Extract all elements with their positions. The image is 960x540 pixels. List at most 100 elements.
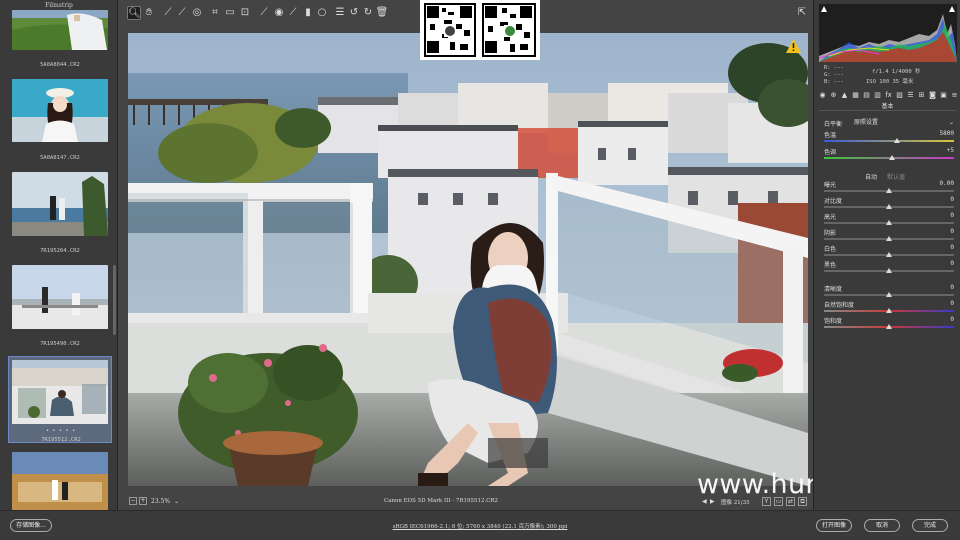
tab-detail[interactable]: ▲ (840, 91, 849, 100)
thumbnail-image (12, 172, 108, 236)
slider-value[interactable]: 0 (950, 212, 954, 219)
tab-basic[interactable]: ◉ (818, 91, 827, 100)
slider-exposure[interactable]: 曝光 0.00 (824, 180, 954, 196)
g-readout: G: --- (824, 72, 844, 78)
qr-code-overlay (420, 0, 540, 60)
slider-track[interactable] (824, 140, 954, 142)
tab-effects[interactable]: fx (884, 91, 893, 100)
preferences-icon[interactable]: ☰ (333, 6, 347, 20)
tab-camera[interactable]: ◙ (928, 91, 937, 100)
straighten-icon[interactable]: ▭ (223, 6, 237, 20)
slider-value[interactable]: 0 (950, 284, 954, 291)
slider-value[interactable]: 5800 (940, 130, 954, 137)
preview-image[interactable] (128, 33, 808, 486)
filmstrip-title: Filmstrip (45, 2, 73, 9)
b-readout: B: --- (824, 79, 844, 85)
slider-value[interactable]: 0 (950, 228, 954, 235)
slider-contrast[interactable]: 对比度 0 (824, 196, 954, 212)
slider-blacks[interactable]: 黑色 0 (824, 260, 954, 276)
zoom-icon[interactable]: 🔍︎ (127, 6, 141, 20)
panel-title: 基本 (881, 103, 894, 110)
slider-label: 饱和度 (824, 318, 843, 325)
slider-label: 清晰度 (824, 286, 843, 293)
warning-icon[interactable] (786, 38, 801, 53)
radial-filter-icon[interactable]: ○ (315, 6, 329, 20)
slider-thumb[interactable] (886, 236, 892, 241)
done-button[interactable]: 完成 (912, 519, 948, 532)
slider-clarity[interactable]: 清晰度 0 (824, 284, 954, 300)
slider-thumb[interactable] (886, 252, 892, 257)
target-adjust-icon[interactable]: ◎ (190, 6, 204, 20)
cancel-button[interactable]: 取消 (864, 519, 900, 532)
tab-snapshots[interactable]: ⊞ (917, 91, 926, 100)
slider-thumb[interactable] (886, 220, 892, 225)
trash-icon[interactable]: 🗑︎ (375, 6, 389, 20)
slider-value[interactable]: 0 (950, 196, 954, 203)
slider-thumb[interactable] (888, 155, 895, 160)
filmstrip-panel: Filmstrip 5A0A8044.CR2 5A0A8147.CR2 7R19… (0, 0, 118, 510)
zoom-in-button[interactable]: + (139, 497, 147, 505)
slider-tint[interactable]: 色调 +5 (824, 147, 954, 163)
spot-removal-icon[interactable]: ⟋ (257, 6, 271, 20)
open-image-button[interactable]: 打开图像 (816, 519, 852, 532)
slider-thumb[interactable] (886, 188, 892, 193)
slider-vibrance[interactable]: 自然饱和度 0 (824, 300, 954, 316)
tab-lens[interactable]: ▥ (873, 91, 882, 100)
graduated-filter-icon[interactable]: ▮ (301, 6, 315, 20)
slider-value[interactable]: 0 (950, 244, 954, 251)
zoom-level[interactable]: 23.5% (151, 498, 170, 505)
rotate-right-icon[interactable]: ↻ (361, 6, 375, 20)
filmstrip-item[interactable] (8, 452, 112, 510)
bottom-bar: 存储图像... sRGB IEC61966-2.1; 8 位; 5760 x 3… (0, 510, 960, 540)
filmstrip-item[interactable]: 7R195490.CR2 (8, 265, 112, 352)
filmstrip-item[interactable]: 5A0A8147.CR2 (8, 79, 112, 166)
white-balance-icon[interactable]: ⟋ (161, 6, 175, 20)
rotate-left-icon[interactable]: ↺ (347, 6, 361, 20)
tab-hsl[interactable]: ▦ (851, 91, 860, 100)
tab-tone-curve[interactable]: ⊕ (829, 91, 838, 100)
filmstrip-item[interactable]: 7R195264.CR2 (8, 172, 112, 259)
hand-icon[interactable]: ✋︎ (142, 6, 156, 20)
auto-link[interactable]: 自动 (865, 172, 877, 181)
slider-value[interactable]: 0 (950, 260, 954, 267)
exif-iso-focal: ISO 100 35 毫米 (866, 79, 914, 85)
white-balance-select[interactable]: 原照设置 ⌄ (852, 118, 956, 127)
tab-camera-calibration[interactable]: ▨ (895, 91, 904, 100)
slider-thumb[interactable] (886, 324, 892, 329)
color-sampler-icon[interactable]: ⟋ (175, 6, 189, 20)
fullscreen-icon[interactable]: ⇱ (795, 6, 809, 20)
slider-whites[interactable]: 白色 0 (824, 244, 954, 260)
panel-menu-icon[interactable]: ≡ (950, 91, 959, 100)
tab-presets[interactable]: ☰ (906, 91, 915, 100)
panel-tabs: ◉ ⊕ ▲ ▦ ▤ ▥ fx ▨ ☰ ⊞ ◙ ▣ ≡ (816, 91, 959, 101)
slider-saturation[interactable]: 饱和度 0 (824, 316, 954, 332)
filmstrip-caption: 5A0A8147.CR2 (40, 155, 80, 161)
red-eye-icon[interactable]: ◉ (272, 6, 286, 20)
slider-shadows[interactable]: 阴影 0 (824, 228, 954, 244)
crop-icon[interactable]: ⌗ (208, 6, 222, 20)
slider-thumb[interactable] (893, 138, 900, 143)
default-link[interactable]: 默认值 (887, 172, 905, 181)
tab-fx[interactable]: ▣ (939, 91, 948, 100)
camera-info: Canon EOS 5D Mark III - 7R195512.CR2 (384, 498, 499, 504)
slider-value[interactable]: 0 (950, 300, 954, 307)
filmstrip-caption: 7R195264.CR2 (40, 248, 80, 254)
filmstrip-caption: 7R195490.CR2 (40, 341, 80, 347)
slider-value[interactable]: +5 (947, 147, 954, 154)
slider-highlights[interactable]: 高光 0 (824, 212, 954, 228)
filmstrip-item-selected[interactable]: • • • • • 7R195512.CR2 (8, 356, 112, 443)
tab-split-toning[interactable]: ▤ (862, 91, 871, 100)
slider-thumb[interactable] (886, 292, 892, 297)
zoom-dropdown-icon[interactable]: ⌄ (174, 498, 179, 505)
rating-stars[interactable]: • • • • • (9, 428, 113, 434)
slider-thumb[interactable] (886, 308, 892, 313)
slider-thumb[interactable] (886, 268, 892, 273)
slider-temperature[interactable]: 色温 5800 (824, 130, 954, 146)
filmstrip-scrollbar[interactable] (113, 265, 116, 335)
slider-thumb[interactable] (886, 204, 892, 209)
transform-icon[interactable]: ⊡ (238, 6, 252, 20)
slider-value[interactable]: 0 (950, 316, 954, 323)
zoom-out-button[interactable]: − (129, 497, 137, 505)
brush-icon[interactable]: ⟋ (286, 6, 300, 20)
slider-label: 高光 (824, 214, 837, 221)
